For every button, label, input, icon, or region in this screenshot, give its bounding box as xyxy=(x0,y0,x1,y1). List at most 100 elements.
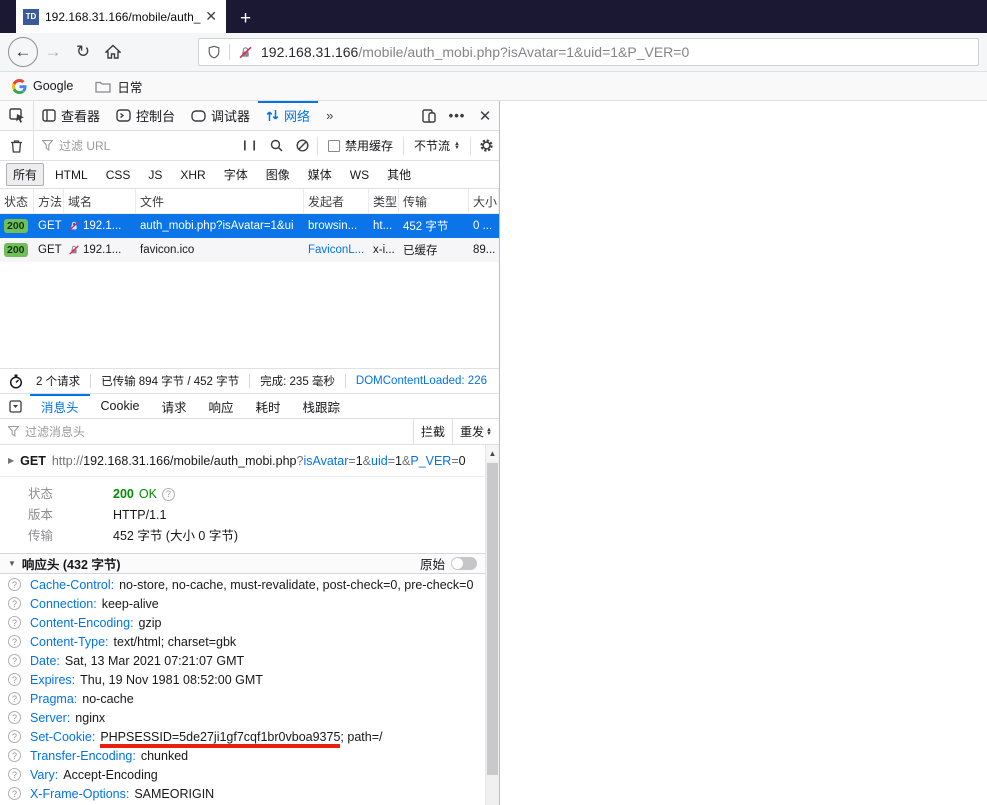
detail-tab-4[interactable]: 耗时 xyxy=(244,394,291,418)
header-row[interactable]: ? Set-Cookie: PHPSESSID=5de27ji1gf7cqf1br0… xyxy=(0,728,485,748)
tab-inspector[interactable]: 查看器 xyxy=(34,101,108,130)
filter-headers-input[interactable]: 过滤消息头 xyxy=(0,423,413,440)
type-filter-图像[interactable]: 图像 xyxy=(259,163,297,186)
header-row[interactable]: ? Content-Type: text/html; charset=gbk xyxy=(0,633,485,652)
type-filter-字体[interactable]: 字体 xyxy=(217,163,255,186)
tab-close-icon[interactable]: ✕ xyxy=(203,8,219,25)
column-header[interactable]: 传输 xyxy=(399,189,469,213)
forward-button[interactable]: → xyxy=(38,37,68,67)
collapse-caret-icon[interactable]: ▼ xyxy=(8,559,16,568)
detail-tab-5[interactable]: 栈跟踪 xyxy=(291,394,351,418)
table-row[interactable]: 200 GET 192.1... auth_mobi.php?isAvatar=1&u… xyxy=(0,214,499,238)
header-row[interactable]: ? Server: nginx xyxy=(0,709,485,728)
help-icon[interactable]: ? xyxy=(8,787,21,800)
resend-button[interactable]: 重发 ▲ ▼ xyxy=(452,419,499,444)
header-name[interactable]: Pragma: xyxy=(30,691,77,707)
back-button[interactable]: ← xyxy=(8,37,38,67)
bookmark-folder[interactable]: 日常 xyxy=(95,77,142,96)
type-filter-css[interactable]: CSS xyxy=(99,165,138,185)
scrollbar-thumb[interactable] xyxy=(487,463,498,775)
tab-debugger[interactable]: 调试器 xyxy=(183,101,258,130)
header-row[interactable]: ? Pragma: no-cache xyxy=(0,690,485,709)
help-icon[interactable]: ? xyxy=(8,768,21,781)
header-row[interactable]: ? X-Frame-Options: SAMEORIGIN xyxy=(0,785,485,804)
home-button[interactable] xyxy=(98,37,128,67)
bookmark-google[interactable]: Google xyxy=(12,78,73,94)
block-button[interactable]: 拦截 xyxy=(413,419,452,444)
column-header[interactable]: 域名 xyxy=(64,189,136,213)
header-name[interactable]: X-Frame-Options: xyxy=(30,786,129,802)
help-icon[interactable]: ? xyxy=(161,488,175,501)
tab-network[interactable]: 网络 xyxy=(258,101,319,130)
devtools-close-button[interactable]: ✕ xyxy=(471,101,499,130)
header-row[interactable]: ? Date: Sat, 13 Mar 2021 07:21:07 GMT xyxy=(0,652,485,671)
type-filter-所有[interactable]: 所有 xyxy=(6,163,45,186)
help-icon[interactable]: ? xyxy=(8,635,21,648)
header-name[interactable]: Expires: xyxy=(30,672,75,688)
disable-cache-option[interactable]: 禁用缓存 xyxy=(320,137,401,154)
help-icon[interactable]: ? xyxy=(8,749,21,762)
column-header[interactable]: 大小 xyxy=(469,189,499,213)
detail-tab-1[interactable]: Cookie xyxy=(90,394,151,418)
header-name[interactable]: Date: xyxy=(30,653,60,669)
help-icon[interactable]: ? xyxy=(8,654,21,667)
devtools-menu-button[interactable]: ••• xyxy=(443,101,471,130)
help-icon[interactable]: ? xyxy=(8,673,21,686)
header-name[interactable]: Set-Cookie: xyxy=(30,729,95,745)
raw-toggle[interactable] xyxy=(451,557,477,570)
header-row[interactable]: ? Content-Encoding: gzip xyxy=(0,614,485,633)
type-filter-js[interactable]: JS xyxy=(141,165,169,185)
table-row[interactable]: 200 GET 192.1... favicon.ico FaviconL... x-i.… xyxy=(0,238,499,262)
filter-url-input[interactable]: 过滤 URL xyxy=(34,137,237,154)
column-header[interactable]: 方法 xyxy=(34,189,64,213)
type-filter-ws[interactable]: WS xyxy=(343,165,376,185)
column-header[interactable]: 文件 xyxy=(136,189,304,213)
help-icon[interactable]: ? xyxy=(8,711,21,724)
disable-cache-checkbox[interactable] xyxy=(328,139,341,152)
column-header[interactable]: 类型 xyxy=(369,189,399,213)
header-name[interactable]: Vary: xyxy=(30,767,58,783)
address-bar[interactable]: 192.168.31.166/mobile/auth_mobi.php?isAv… xyxy=(198,38,979,66)
responsive-mode-button[interactable] xyxy=(415,101,443,130)
more-tabs-button[interactable]: » xyxy=(318,101,339,130)
header-name[interactable]: Cache-Control: xyxy=(30,577,114,593)
header-row[interactable]: ? Transfer-Encoding: chunked xyxy=(0,747,485,766)
request-url-line[interactable]: ▶ GET http://192.168.31.166/mobile/auth_… xyxy=(0,445,485,477)
help-icon[interactable]: ? xyxy=(8,597,21,610)
performance-analysis-button[interactable] xyxy=(0,374,32,389)
type-filter-html[interactable]: HTML xyxy=(48,165,95,185)
clear-requests-button[interactable] xyxy=(0,131,34,160)
help-icon[interactable]: ? xyxy=(8,616,21,629)
pause-traffic-button[interactable]: ❙❙ xyxy=(237,140,263,151)
help-icon[interactable]: ? xyxy=(8,578,21,591)
detail-tab-3[interactable]: 响应 xyxy=(197,394,244,418)
type-filter-其他[interactable]: 其他 xyxy=(380,163,418,186)
expand-caret-icon[interactable]: ▶ xyxy=(8,456,14,465)
scroll-up-icon[interactable]: ▲ xyxy=(486,445,499,461)
column-header[interactable]: 状态 xyxy=(0,189,34,213)
header-name[interactable]: Content-Type: xyxy=(30,634,109,650)
browser-tab[interactable]: TD 192.168.31.166/mobile/auth_ ✕ xyxy=(16,0,226,33)
header-name[interactable]: Server: xyxy=(30,710,70,726)
header-row[interactable]: ? Expires: Thu, 19 Nov 1981 08:52:00 GMT xyxy=(0,671,485,690)
header-row[interactable]: ? Connection: keep-alive xyxy=(0,595,485,614)
header-row[interactable]: ? Vary: Accept-Encoding xyxy=(0,766,485,785)
column-header[interactable]: 发起者 xyxy=(304,189,369,213)
header-name[interactable]: Transfer-Encoding: xyxy=(30,748,136,764)
help-icon[interactable]: ? xyxy=(8,730,21,743)
detail-tab-0[interactable]: 消息头 xyxy=(30,394,90,418)
block-request-button[interactable] xyxy=(289,139,315,152)
detail-scrollbar[interactable]: ▲ xyxy=(485,445,499,805)
shield-icon[interactable] xyxy=(207,44,221,60)
new-tab-button[interactable]: + xyxy=(240,9,251,28)
reload-button[interactable]: ↻ xyxy=(68,37,98,67)
detail-tab-2[interactable]: 请求 xyxy=(150,394,197,418)
type-filter-媒体[interactable]: 媒体 xyxy=(301,163,339,186)
help-icon[interactable]: ? xyxy=(8,692,21,705)
header-name[interactable]: Content-Encoding: xyxy=(30,615,134,631)
header-name[interactable]: Connection: xyxy=(30,596,97,612)
search-button[interactable] xyxy=(263,139,289,152)
tab-console[interactable]: 控制台 xyxy=(108,101,183,130)
response-headers-section[interactable]: ▼ 响应头 (432 字节) 原始 xyxy=(0,553,485,574)
throttling-dropdown[interactable]: 不节流 ▲ ▼ xyxy=(406,137,468,154)
